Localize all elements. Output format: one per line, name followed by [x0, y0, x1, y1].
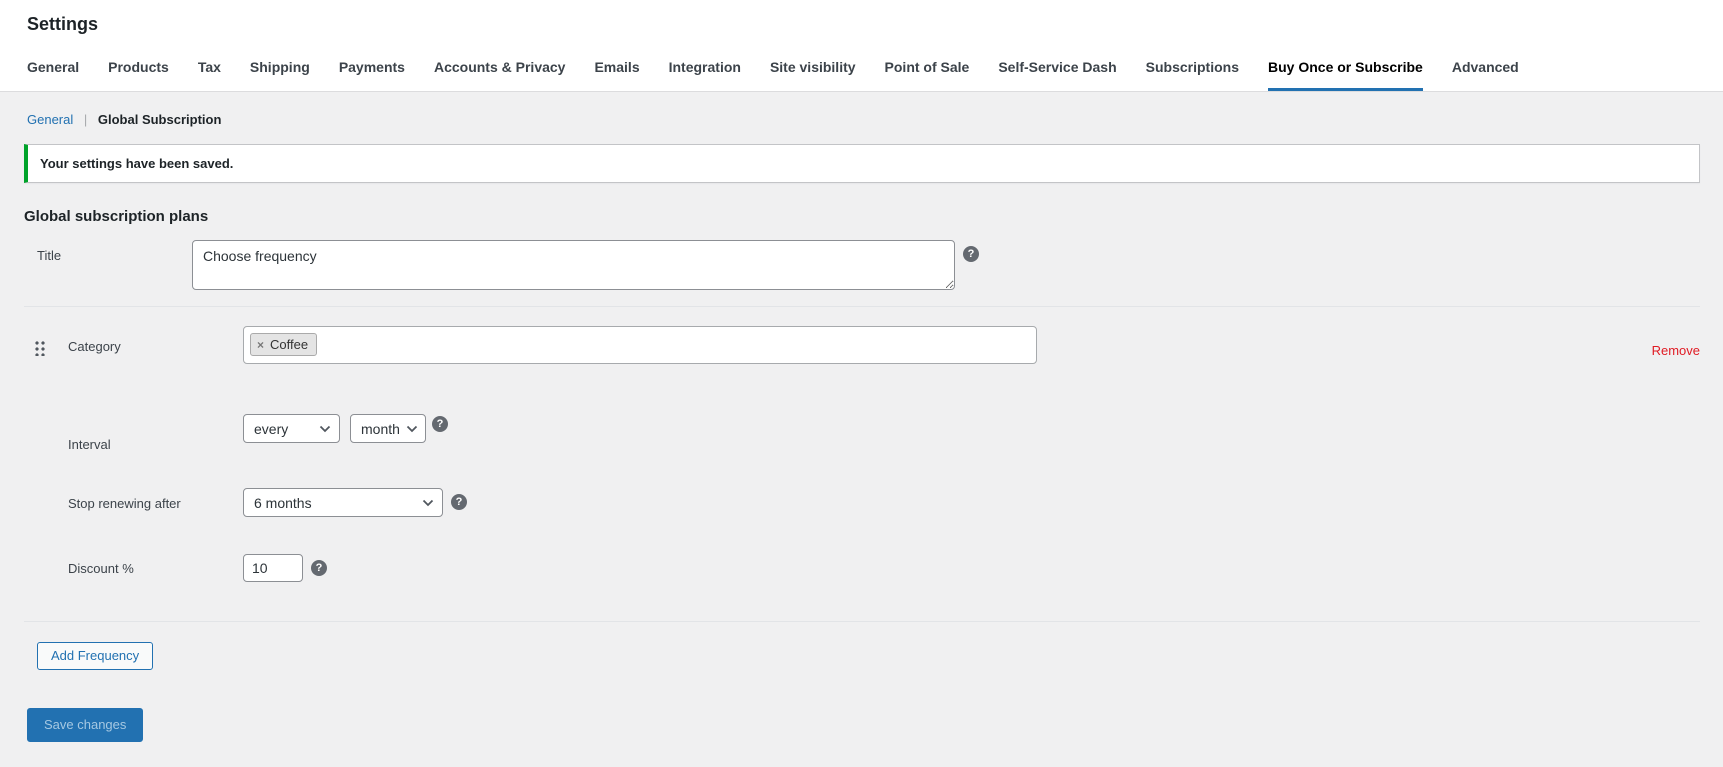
help-icon[interactable]: ? — [451, 494, 467, 510]
category-label: Category — [68, 339, 121, 354]
remove-frequency-link[interactable]: Remove — [1652, 343, 1700, 358]
tab-products[interactable]: Products — [108, 59, 169, 91]
tab-tax[interactable]: Tax — [198, 59, 221, 91]
chevron-down-icon — [406, 425, 418, 433]
category-multiselect[interactable]: × Coffee — [243, 326, 1037, 364]
tab-buy-once-or-subscribe[interactable]: Buy Once or Subscribe — [1268, 59, 1423, 91]
global-subscription-form: Title Choose frequency ? Remove Category… — [24, 225, 1700, 622]
tab-integration[interactable]: Integration — [669, 59, 741, 91]
settings-header: Settings General Products Tax Shipping P… — [0, 0, 1723, 92]
interval-select-value: every — [254, 420, 289, 437]
add-frequency-button[interactable]: Add Frequency — [37, 642, 154, 670]
breadcrumb: General | Global Subscription — [0, 92, 1723, 128]
tab-general[interactable]: General — [27, 59, 79, 91]
discount-row: Discount % ? — [24, 554, 1700, 582]
success-notice-text: Your settings have been saved. — [40, 156, 234, 171]
category-tag: × Coffee — [250, 333, 318, 356]
tab-payments[interactable]: Payments — [339, 59, 405, 91]
subnav-link-general[interactable]: General — [27, 112, 73, 127]
tab-subscriptions[interactable]: Subscriptions — [1146, 59, 1239, 91]
period-select-value: month — [361, 420, 400, 437]
period-select[interactable]: month — [350, 414, 426, 443]
stop-renewing-label: Stop renewing after — [68, 496, 181, 511]
tab-accounts-privacy[interactable]: Accounts & Privacy — [434, 59, 566, 91]
stop-renewing-row: Stop renewing after 6 months ? — [24, 488, 1700, 517]
interval-row: Interval every month ? — [24, 414, 1700, 452]
save-changes-button[interactable]: Save changes — [27, 708, 144, 742]
tag-remove-icon[interactable]: × — [257, 339, 264, 351]
discount-label: Discount % — [68, 561, 134, 576]
subnav-separator: | — [83, 112, 88, 127]
title-row: Title Choose frequency ? — [24, 225, 1700, 307]
stop-renewing-select[interactable]: 6 months — [243, 488, 443, 517]
title-label: Title — [37, 248, 62, 263]
help-icon[interactable]: ? — [963, 246, 979, 262]
discount-input[interactable] — [243, 554, 303, 582]
category-row: Category × Coffee — [24, 326, 1700, 364]
drag-handle-icon[interactable] — [33, 339, 45, 356]
tab-shipping[interactable]: Shipping — [250, 59, 310, 91]
settings-tab-bar: General Products Tax Shipping Payments A… — [0, 34, 1723, 92]
tab-site-visibility[interactable]: Site visibility — [770, 59, 856, 91]
tab-self-service-dash[interactable]: Self-Service Dash — [998, 59, 1116, 91]
frequency-block: Remove Category × Coffee Interval every — [24, 307, 1700, 622]
category-tag-label: Coffee — [270, 337, 309, 352]
help-icon[interactable]: ? — [432, 416, 448, 432]
tab-point-of-sale[interactable]: Point of Sale — [885, 59, 970, 91]
success-notice: Your settings have been saved. — [24, 144, 1700, 183]
page-title: Settings — [27, 14, 99, 34]
help-icon[interactable]: ? — [311, 560, 327, 576]
title-input[interactable]: Choose frequency — [192, 240, 955, 290]
section-heading: Global subscription plans — [24, 208, 209, 225]
stop-renewing-select-value: 6 months — [254, 494, 312, 511]
interval-label: Interval — [68, 437, 111, 452]
chevron-down-icon — [422, 499, 434, 507]
interval-select[interactable]: every — [243, 414, 340, 443]
chevron-down-icon — [319, 425, 331, 433]
settings-content: General | Global Subscription Your setti… — [0, 92, 1723, 767]
tab-emails[interactable]: Emails — [594, 59, 639, 91]
subnav-current-global-subscription[interactable]: Global Subscription — [98, 112, 222, 127]
tab-advanced[interactable]: Advanced — [1452, 59, 1519, 91]
